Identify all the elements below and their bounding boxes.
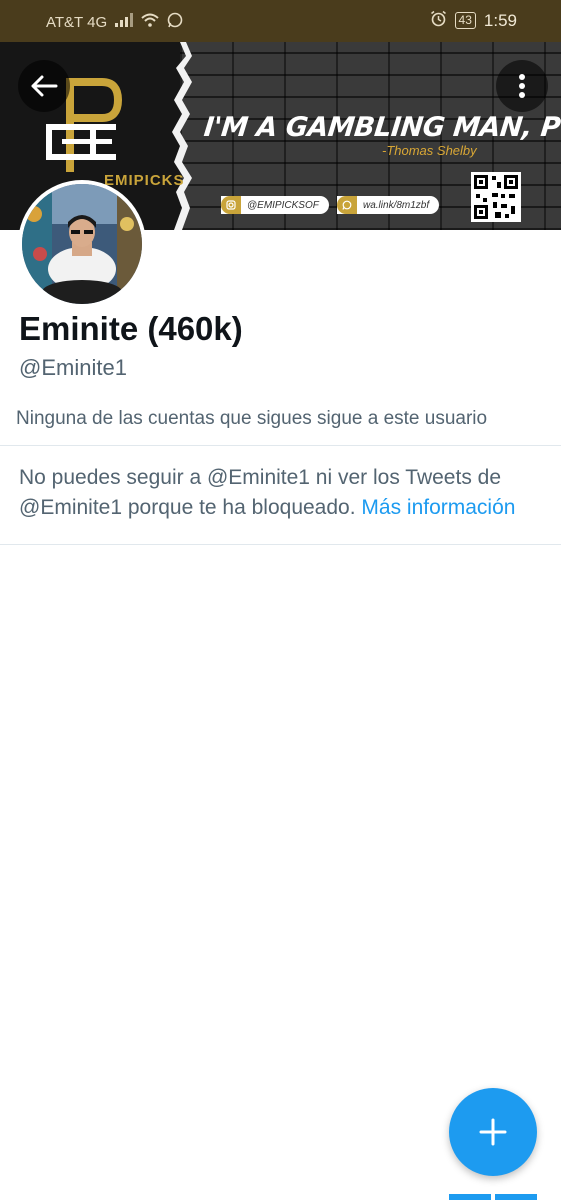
- banner-quote: I'M A GAMBLING MAN, POL.: [202, 112, 561, 143]
- divider: [0, 445, 561, 446]
- status-bar: AT&T 4G 43 1:59: [0, 0, 561, 42]
- qr-code-icon: [471, 172, 521, 222]
- instagram-handle: @EMIPICKSOF: [247, 199, 319, 211]
- whatsapp-pill: wa.link/8m1zbf: [337, 196, 440, 214]
- display-name: Eminite (460k): [19, 310, 243, 347]
- whatsapp-icon: [337, 196, 357, 214]
- bottom-tab-indicator: [449, 1194, 491, 1200]
- avatar-photo: [22, 184, 142, 304]
- battery-indicator: 43: [454, 12, 476, 29]
- more-options-button[interactable]: [496, 60, 548, 112]
- divider: [0, 544, 561, 545]
- arrow-left-icon: [31, 75, 58, 97]
- banner-quote-author: -Thomas Shelby: [382, 143, 477, 158]
- torn-paper-edge: [172, 42, 192, 230]
- followers-you-know-note: Ninguna de las cuentas que sigues sigue …: [16, 408, 488, 429]
- brand-name: EMIPICKS: [104, 172, 185, 189]
- carrier-label: AT&T 4G: [46, 13, 108, 31]
- back-button[interactable]: [18, 60, 70, 112]
- wifi-icon: [141, 13, 159, 31]
- whatsapp-link: wa.link/8m1zbf: [363, 199, 430, 211]
- more-vertical-icon: [519, 74, 525, 98]
- instagram-icon: [221, 196, 241, 214]
- signal-icon: [115, 13, 134, 31]
- instagram-pill: @EMIPICKSOF: [221, 196, 329, 214]
- avatar[interactable]: [18, 180, 146, 308]
- alarm-icon: [430, 10, 447, 31]
- compose-tweet-button[interactable]: [449, 1088, 537, 1176]
- profile-screen: AT&T 4G 43 1:59 EMIPICKS I'M A GAMBLING …: [0, 0, 561, 1200]
- bottom-tab-indicator: [495, 1194, 537, 1200]
- status-time: 1:59: [483, 10, 517, 30]
- more-info-link[interactable]: Más información: [361, 496, 515, 519]
- plus-icon: [479, 1118, 507, 1146]
- profile-handle: @Eminite1: [19, 355, 127, 380]
- whatsapp-notification-icon: [167, 12, 183, 32]
- blocked-message: No puedes seguir a @Eminite1 ni ver los …: [19, 463, 549, 523]
